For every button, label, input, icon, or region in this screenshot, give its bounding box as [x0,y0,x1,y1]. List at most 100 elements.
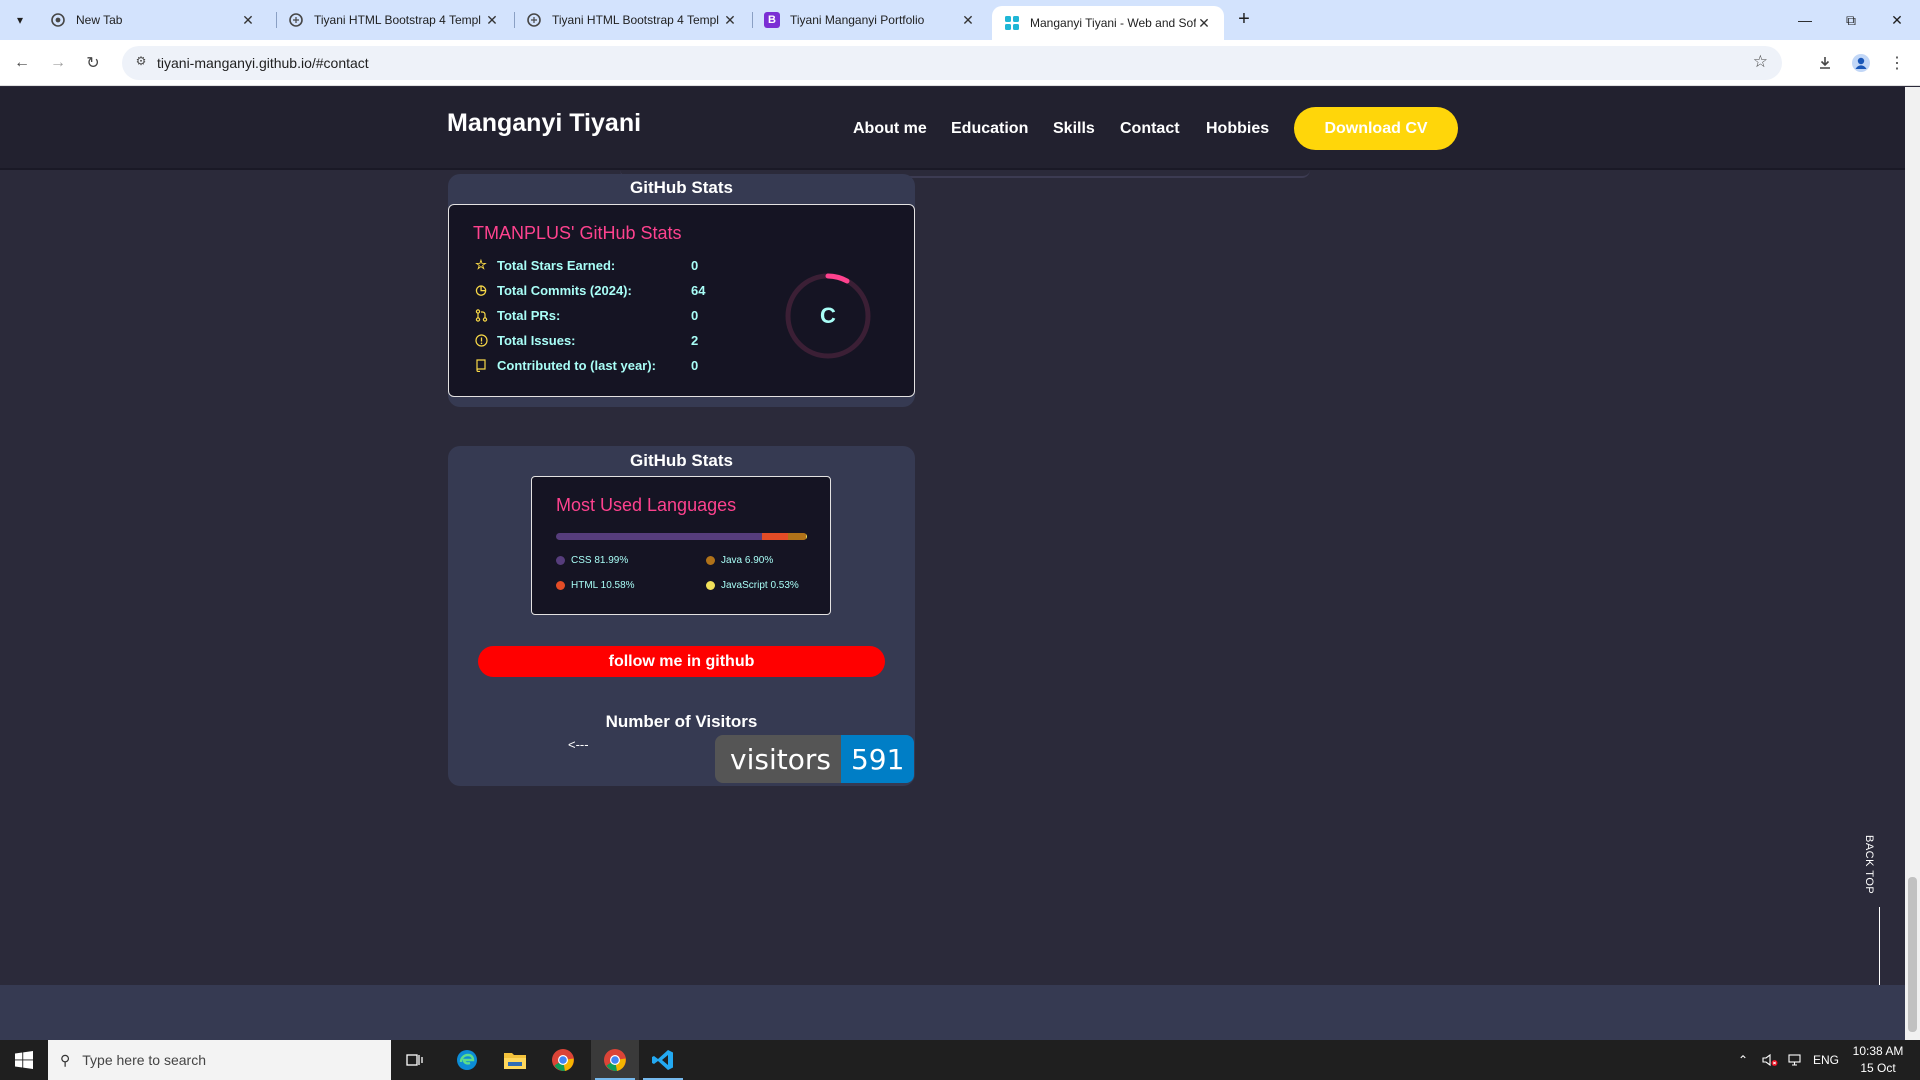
taskbar-search-box[interactable]: ⚲ Type here to search [48,1040,391,1080]
tab-github-2[interactable]: Tiyani HTML Bootstrap 4 Templ ✕ [514,0,750,40]
language-label: HTML 10.58% [571,580,635,591]
stat-value: 64 [691,282,706,298]
tab-title: Tiyani HTML Bootstrap 4 Templ [314,13,481,27]
close-icon[interactable]: ✕ [1196,15,1212,32]
language-label: Java 6.90% [721,555,774,566]
close-icon[interactable]: ✕ [960,12,976,29]
tab-active-site[interactable]: Manganyi Tiyani - Web and Sof ✕ [992,6,1224,40]
file-explorer-icon[interactable] [491,1040,539,1080]
stats-title: TMANPLUS' GitHub Stats [473,223,682,243]
chrome-icon[interactable] [591,1040,639,1080]
nav-about[interactable]: About me [853,120,927,138]
stat-value: 0 [691,257,699,273]
history-icon: ◷ [475,282,487,297]
close-icon[interactable]: ✕ [484,12,500,29]
task-view-icon[interactable] [391,1040,439,1080]
chrome-icon [50,12,66,28]
language-indicator[interactable]: ENG [1813,1040,1839,1080]
language-bar-segment-javascript [805,533,807,540]
tab-portfolio[interactable]: B Tiyani Manganyi Portfolio ✕ [752,0,988,40]
nav-skills[interactable]: Skills [1053,120,1095,138]
tab-title: New Tab [76,13,123,27]
vscode-icon[interactable] [639,1040,687,1080]
url-text[interactable]: tiyani-manganyi.github.io/#contact [157,55,369,71]
search-icon: ⚲ [60,1051,71,1068]
github-icon [526,12,542,28]
bookmark-star-icon[interactable]: ☆ [1753,52,1768,72]
nav-contact[interactable]: Contact [1120,120,1180,138]
language-bar-segment-html [761,533,789,540]
back-arrow-icon[interactable]: ← [8,49,36,77]
scrollbar-thumb[interactable] [1908,877,1917,1032]
nav-hobbies[interactable]: Hobbies [1206,120,1269,138]
close-icon[interactable]: ✕ [240,12,256,29]
close-icon[interactable]: ✕ [722,12,738,29]
bootstrap-icon: B [764,12,780,28]
star-icon: ☆ [475,257,487,272]
language-dot [556,556,565,565]
languages-progress-bar [556,533,807,540]
issue-icon [473,332,489,348]
new-tab-button[interactable]: + [1232,8,1256,32]
language-html: HTML 10.58% [556,580,635,591]
language-css: CSS 81.99% [556,555,628,566]
download-icon[interactable] [1811,49,1839,77]
pull-request-icon [473,307,489,323]
visitors-heading: Number of Visitors [605,712,758,731]
clock-time: 10:38 AM [1852,1044,1904,1058]
stat-value: 0 [691,307,699,323]
back-to-top-link[interactable]: BACK TOP [1863,835,1875,894]
minimize-icon[interactable]: — [1782,0,1828,40]
browser-toolbar: ← → ↻ ⚙ tiyani-manganyi.github.io/#conta… [0,40,1920,86]
tab-github-1[interactable]: Tiyani HTML Bootstrap 4 Templ ✕ [276,0,512,40]
card-heading: GitHub Stats [630,178,733,197]
windows-start-icon[interactable] [0,1040,48,1080]
address-bar[interactable]: ⚙ tiyani-manganyi.github.io/#contact ☆ [122,46,1782,80]
taskbar-clock[interactable]: 10:38 AM 15 Oct 2024 [1846,1043,1910,1080]
visitor-counter-badge: visitors 591 [715,735,915,783]
restore-icon[interactable]: ⧉ [1828,0,1874,40]
github-stats-card: GitHub Stats TMANPLUS' GitHub Stats ☆ To… [448,174,915,407]
browser-tab-strip: ▾ New Tab ✕ Tiyani HTML Bootstrap 4 Temp… [0,0,1920,40]
windows-taskbar: ⚲ Type here to search ⌃ ENG 10:38 AM 15 … [0,1040,1920,1080]
reload-icon[interactable]: ↻ [79,49,107,77]
languages-card: GitHub Stats Most Used Languages CSS 81.… [448,446,915,786]
network-icon[interactable] [1786,1040,1802,1080]
chrome-icon[interactable] [539,1040,587,1080]
stat-value: 0 [691,357,699,373]
site-brand[interactable]: Manganyi Tiyani [447,109,641,138]
download-cv-button[interactable]: Download CV [1294,107,1458,150]
clock-date: 15 Oct 2024 [1860,1061,1896,1080]
stat-row-stars: ☆ Total Stars Earned: 0 [473,255,698,275]
window-close-icon[interactable]: ✕ [1874,0,1920,40]
language-bar-segment-java [788,533,806,540]
tab-new-tab[interactable]: New Tab ✕ [38,0,268,40]
tab-search-button[interactable]: ▾ [8,8,32,32]
site-icon [1004,15,1020,31]
volume-muted-icon[interactable] [1762,1040,1778,1080]
nav-education[interactable]: Education [951,120,1028,138]
languages-title: Most Used Languages [556,495,737,515]
stat-row-prs: Total PRs: 0 [473,305,698,325]
stat-label: Total Stars Earned: [497,257,616,273]
badge-count: 591 [840,735,915,783]
edge-icon[interactable] [443,1040,491,1080]
stat-row-contributed: Contributed to (last year): 0 [473,355,698,375]
rank-letter: C [820,303,836,328]
language-javascript: JavaScript 0.53% [706,580,799,591]
stat-row-commits: ◷ Total Commits (2024): 64 [473,280,705,300]
profile-avatar-icon[interactable] [1847,49,1875,77]
site-info-icon[interactable]: ⚙ [132,54,150,72]
tab-title: Tiyani HTML Bootstrap 4 Templ [552,13,719,27]
stat-label: Total Commits (2024): [497,282,632,298]
arrow-text: <--- [568,737,589,752]
stat-value: 2 [691,332,699,348]
language-java: Java 6.90% [706,555,773,566]
kebab-menu-icon[interactable]: ⋮ [1883,49,1911,77]
tray-chevron-icon[interactable]: ⌃ [1738,1040,1748,1080]
stat-label: Total Issues: [497,332,576,348]
page-scrollbar[interactable] [1905,87,1920,1040]
forward-arrow-icon[interactable]: → [44,49,72,77]
follow-github-button[interactable]: follow me in github [478,646,885,677]
github-icon [288,12,304,28]
